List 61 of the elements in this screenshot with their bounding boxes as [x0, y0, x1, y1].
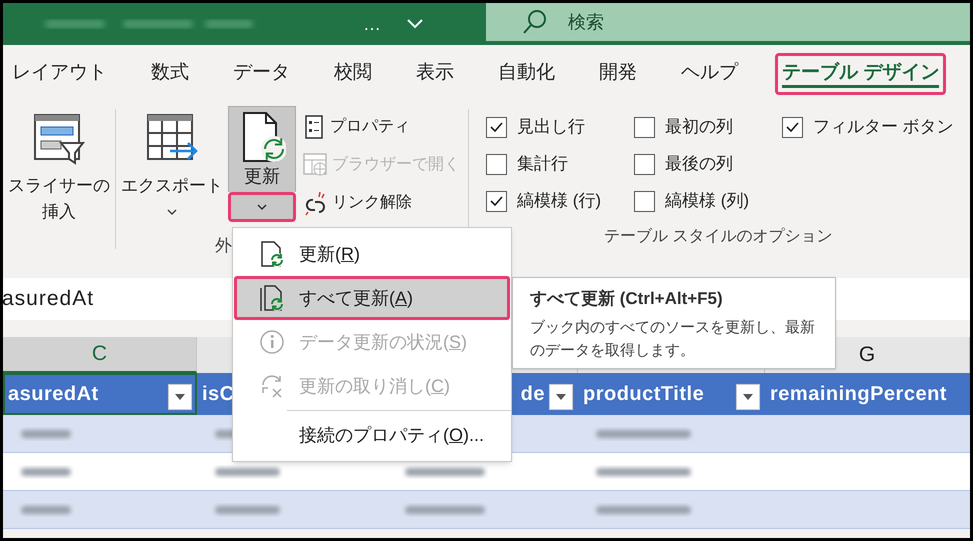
menu-item[interactable]: 更新(R) — [234, 232, 510, 276]
table-header-cell-text: isC — [202, 382, 235, 407]
ribbon-tab[interactable]: テーブル デザイン — [775, 53, 946, 95]
menu-item[interactable]: 接続のプロパティ(O)... — [234, 413, 510, 457]
ribbon-tab[interactable]: データ — [226, 53, 297, 95]
table-globe-icon — [302, 152, 328, 178]
group-label: 外 — [215, 235, 232, 257]
caret-down-icon — [175, 394, 185, 400]
ribbon-button[interactable]: プロパティ — [302, 111, 468, 142]
chevron-down-icon — [167, 209, 177, 216]
checkbox-label: 縞模様 (列) — [665, 190, 750, 212]
checkbox[interactable] — [634, 154, 655, 174]
caret-down-icon — [743, 394, 753, 400]
tooltip-title: すべて更新 (Ctrl+Alt+F5) — [530, 288, 724, 310]
checkbox-label: 最後の列 — [665, 153, 733, 176]
table-header-cell-text: asuredAt — [8, 382, 99, 407]
ribbon-tab[interactable]: 自動化 — [491, 53, 562, 95]
ribbon-tab[interactable]: レイアウト — [5, 53, 114, 95]
check-icon — [786, 122, 799, 132]
checkbox[interactable] — [634, 116, 655, 138]
check-icon — [490, 122, 503, 132]
ribbon-tab[interactable]: 表示 — [409, 53, 461, 95]
ribbon-tab[interactable]: ヘルプ — [674, 53, 745, 95]
formula-value: asuredAt — [3, 286, 94, 312]
filter-dropdown-button[interactable] — [736, 384, 760, 410]
refresh-button[interactable]: 更新 — [228, 106, 296, 192]
document-refresh-icon — [259, 240, 285, 268]
checkbox-label: フィルター ボタン — [813, 116, 954, 138]
ribbon-button[interactable]: リンク解除 — [302, 187, 468, 218]
check-icon — [490, 196, 503, 206]
ribbon-tab[interactable]: 開発 — [592, 53, 644, 95]
filter-dropdown-button[interactable] — [168, 384, 192, 410]
table-header-cell-text: productTitle — [583, 382, 704, 407]
more-indicator[interactable]: … — [363, 15, 381, 33]
search-field[interactable]: 検索 — [486, 3, 970, 41]
caret-down-icon — [556, 394, 566, 400]
checkbox-label: 集計行 — [517, 153, 568, 176]
menu-item[interactable]: すべて更新(A) — [234, 276, 510, 320]
documents-refresh-icon — [259, 284, 285, 312]
table-header-cell-text: de — [520, 382, 545, 407]
checkbox[interactable] — [486, 190, 507, 212]
ribbon-tab[interactable]: 数式 — [144, 53, 196, 95]
slicer-icon — [33, 113, 85, 165]
info-icon — [259, 329, 285, 355]
ribbon-tab[interactable]: 校閲 — [327, 53, 379, 95]
checkbox[interactable] — [782, 116, 803, 138]
checkbox-label: 見出し行 — [517, 116, 585, 138]
chevron-down-icon — [407, 19, 423, 29]
checkbox-label: 縞模様 (行) — [517, 190, 602, 212]
slicer-button[interactable]: スライサーの 挿入 — [3, 103, 115, 258]
checkbox[interactable] — [486, 116, 507, 138]
group-label: テーブル スタイルのオプション — [604, 226, 834, 247]
checkbox-label: 最初の列 — [665, 116, 733, 138]
column-header[interactable]: C — [3, 337, 197, 373]
chevron-down-icon — [257, 204, 267, 210]
table-header-cell-text: remainingPercent — [770, 382, 947, 407]
filter-dropdown-button[interactable] — [549, 384, 573, 410]
search-icon — [522, 9, 548, 35]
selected-cell[interactable]: asuredAt — [3, 373, 197, 415]
checkbox[interactable] — [486, 154, 507, 174]
checkbox[interactable] — [634, 190, 655, 212]
